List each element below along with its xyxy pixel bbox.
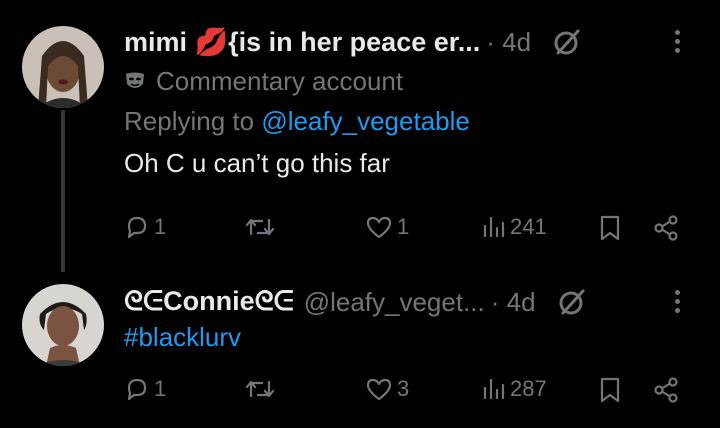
reply-count: 1 [154, 214, 167, 239]
reply-icon [127, 216, 147, 239]
bookmark-button[interactable] [598, 376, 622, 404]
account-label: Commentary account [124, 64, 700, 98]
more-icon[interactable] [662, 26, 692, 58]
action-bar: 1 3 287 [124, 376, 684, 410]
like-count: 1 [397, 214, 410, 239]
label-text: Commentary account [156, 65, 404, 96]
like-button[interactable]: 1 [365, 214, 409, 240]
bookmark-icon [600, 215, 620, 241]
share-icon [654, 215, 678, 241]
bookmark-icon [600, 377, 620, 403]
avatar[interactable] [22, 26, 104, 108]
display-name[interactable]: mimi 💋{is in her peace er... [124, 26, 480, 58]
tweet-text: Oh C u can’t go this far [124, 148, 390, 178]
more-icon[interactable] [662, 286, 692, 318]
mention-link[interactable]: @leafy_vegetable [261, 106, 470, 136]
grok-icon[interactable] [551, 26, 583, 58]
view-count: 241 [510, 214, 547, 239]
like-count: 3 [397, 376, 410, 401]
bookmark-button[interactable] [598, 214, 622, 242]
repost-icon [245, 218, 275, 236]
hashtag-link[interactable]: #blacklurv [124, 322, 700, 356]
reply-icon [127, 378, 147, 401]
views-button[interactable]: 241 [480, 214, 547, 240]
action-bar: 1 1 241 [124, 214, 684, 248]
reply-button[interactable]: 1 [124, 214, 166, 240]
repost-icon [245, 380, 275, 398]
views-icon [483, 216, 505, 238]
avatar[interactable] [22, 284, 104, 366]
display-name[interactable]: ᘓᕮConnieᘓᕮ [124, 286, 294, 318]
repost-button[interactable] [244, 376, 280, 402]
share-button[interactable] [652, 214, 680, 242]
tweet-reply-1[interactable]: mimi 💋{is in her peace er... · 4d Commen… [0, 0, 720, 272]
replying-prefix: Replying to [124, 106, 262, 136]
replying-to: Replying to @leafy_vegetable [124, 106, 700, 140]
reply-count: 1 [154, 376, 167, 401]
share-button[interactable] [652, 376, 680, 404]
repost-button[interactable] [244, 214, 280, 240]
user-handle[interactable]: @leafy_veget... [304, 287, 485, 318]
timestamp[interactable]: · 4d [491, 287, 536, 318]
reply-button[interactable]: 1 [124, 376, 166, 402]
tweet-header: mimi 💋{is in her peace er... · 4d [124, 24, 700, 60]
share-icon [654, 377, 678, 403]
view-count: 287 [510, 376, 547, 401]
grok-icon[interactable] [556, 286, 588, 318]
tweet-header: ᘓᕮConnieᘓᕮ @leafy_veget... · 4d [124, 284, 700, 320]
timestamp[interactable]: · 4d [486, 27, 531, 58]
like-icon [366, 378, 392, 401]
views-icon [483, 378, 505, 400]
like-button[interactable]: 3 [365, 376, 409, 402]
views-button[interactable]: 287 [480, 376, 547, 402]
mask-icon [126, 72, 144, 88]
like-icon [366, 216, 392, 239]
tweet-original[interactable]: ᘓᕮConnieᘓᕮ @leafy_veget... · 4d #blacklu… [0, 272, 720, 428]
